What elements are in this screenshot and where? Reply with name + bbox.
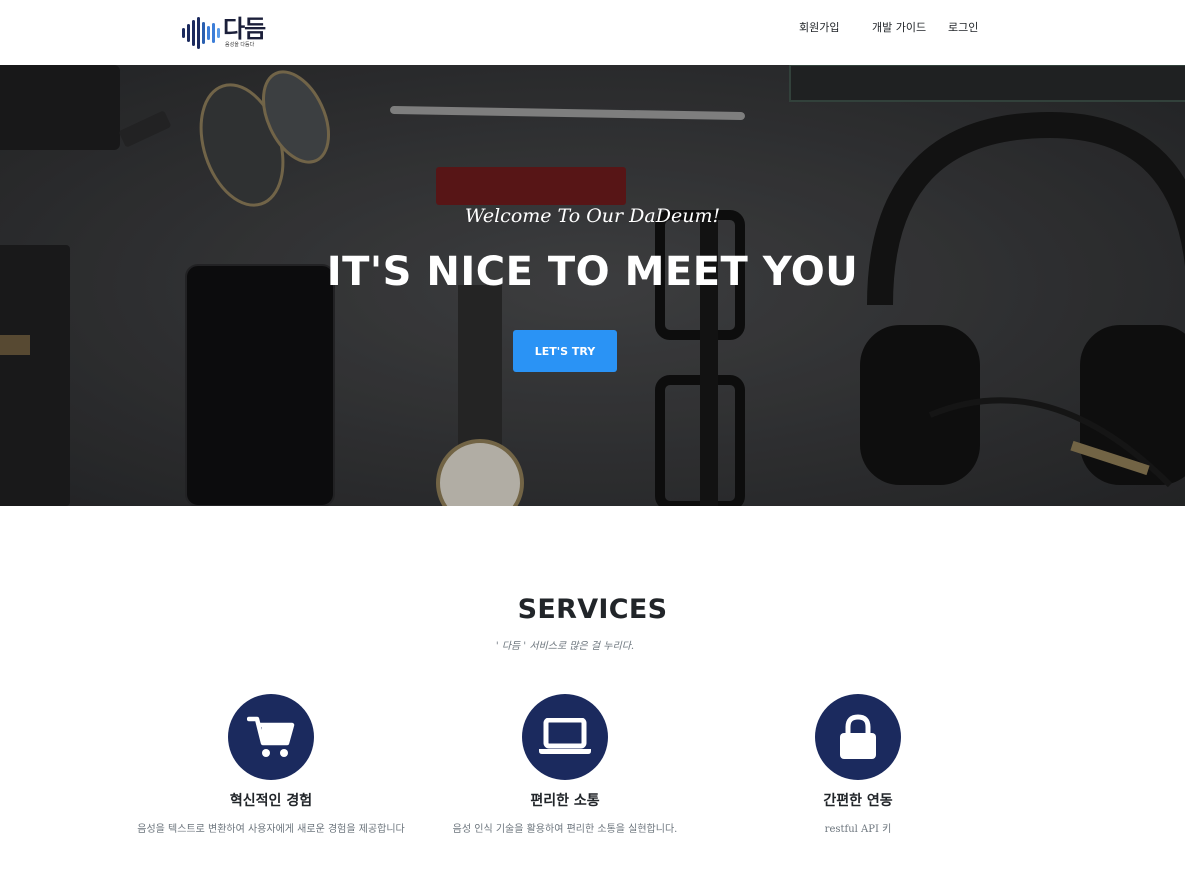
services-subheading: ' 다듬 ' 서비스로 많은 걸 누리다. [495, 641, 635, 652]
service-card-integration: 간편한 연동 restful API 키 [708, 694, 1008, 839]
brand-tagline: 음성을 다듬다 [225, 42, 255, 48]
service-description: 음성 인식 기술을 활용하여 편리한 소통을 실현합니다. [452, 824, 678, 835]
navbar: 다듬 음성을 다듬다 회원가입 개발 가이드 로그인 [0, 0, 1185, 65]
service-description: restful API 키 [824, 824, 892, 835]
nav-login-link[interactable]: 로그인 [948, 19, 978, 35]
nav-menu: 회원가입 개발 가이드 로그인 [0, 19, 1185, 37]
laptop-icon [522, 694, 608, 780]
nav-dev-guide-link[interactable]: 개발 가이드 [872, 19, 926, 35]
shopping-cart-icon [228, 694, 314, 780]
service-title: 간편한 연동 [823, 793, 893, 809]
hero-title: IT'S NICE TO MEET YOU [326, 249, 859, 295]
hero-subtitle: Welcome To Our DaDeum! [464, 205, 721, 227]
lets-try-button[interactable]: LET'S TRY [513, 330, 617, 372]
service-card-communication: 편리한 소통 음성 인식 기술을 활용하여 편리한 소통을 실현합니다. [415, 694, 715, 839]
lock-icon [815, 694, 901, 780]
service-card-innovative: 혁신적인 경험 음성을 텍스트로 변환하여 사용자에게 새로운 경험을 제공합니… [121, 694, 421, 839]
hero-section: Welcome To Our DaDeum! IT'S NICE TO MEET… [0, 65, 1185, 506]
services-heading: SERVICES [517, 594, 668, 625]
service-title: 편리한 소통 [530, 793, 600, 809]
service-title: 혁신적인 경험 [229, 793, 313, 809]
nav-signup-link[interactable]: 회원가입 [799, 19, 839, 35]
service-description: 음성을 텍스트로 변환하여 사용자에게 새로운 경험을 제공합니다 [137, 824, 405, 835]
